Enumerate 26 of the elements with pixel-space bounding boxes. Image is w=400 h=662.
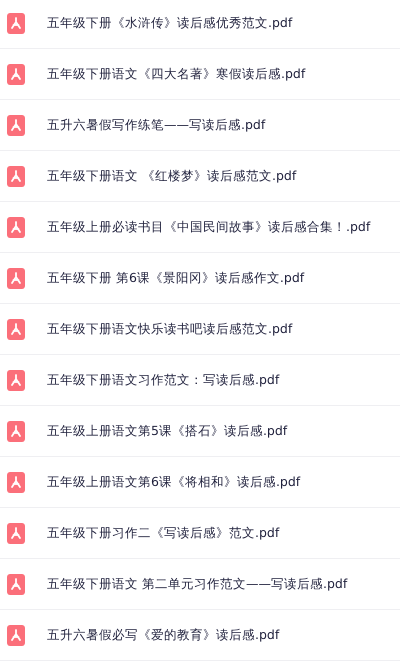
pdf-icon <box>7 420 25 442</box>
file-name[interactable]: 五年级下册《水浒传》读后感优秀范文.pdf <box>47 14 292 32</box>
pdf-icon <box>7 472 25 492</box>
pdf-icon <box>7 318 25 340</box>
pdf-icon <box>7 114 25 136</box>
pdf-icon <box>7 166 25 186</box>
pdf-icon <box>7 522 25 544</box>
file-name[interactable]: 五年级上册语文第5课《搭石》读后感.pdf <box>47 422 288 440</box>
file-name[interactable]: 五年级下册习作二《写读后感》范文.pdf <box>47 524 280 542</box>
pdf-icon <box>7 12 25 34</box>
file-name[interactable]: 五年级上册必读书目《中国民间故事》读后感合集！.pdf <box>47 218 370 236</box>
file-name[interactable]: 五年级下册语文习作范文：写读后感.pdf <box>47 372 280 388</box>
file-name[interactable]: 五年级下册语文 《红楼梦》读后感范文.pdf <box>47 168 296 184</box>
file-name[interactable]: 五年级下册 第6课《景阳冈》读后感作文.pdf <box>47 270 304 286</box>
pdf-icon <box>7 216 25 238</box>
pdf-icon <box>7 64 25 84</box>
pdf-icon <box>7 268 25 288</box>
file-name[interactable]: 五年级上册语文第6课《将相和》读后感.pdf <box>47 474 300 490</box>
file-name[interactable]: 五升六暑假必写《爱的教育》读后感.pdf <box>47 626 280 644</box>
pdf-icon <box>7 370 25 390</box>
file-name[interactable]: 五升六暑假写作练笔——写读后感.pdf <box>47 116 266 134</box>
file-name[interactable]: 五年级下册语文《四大名著》寒假读后感.pdf <box>47 66 306 82</box>
file-name[interactable]: 五年级下册语文 第二单元习作范文——写读后感.pdf <box>47 576 348 592</box>
file-name[interactable]: 五年级下册语文快乐读书吧读后感范文.pdf <box>47 320 292 338</box>
pdf-icon <box>7 574 25 594</box>
pdf-icon <box>7 624 25 646</box>
